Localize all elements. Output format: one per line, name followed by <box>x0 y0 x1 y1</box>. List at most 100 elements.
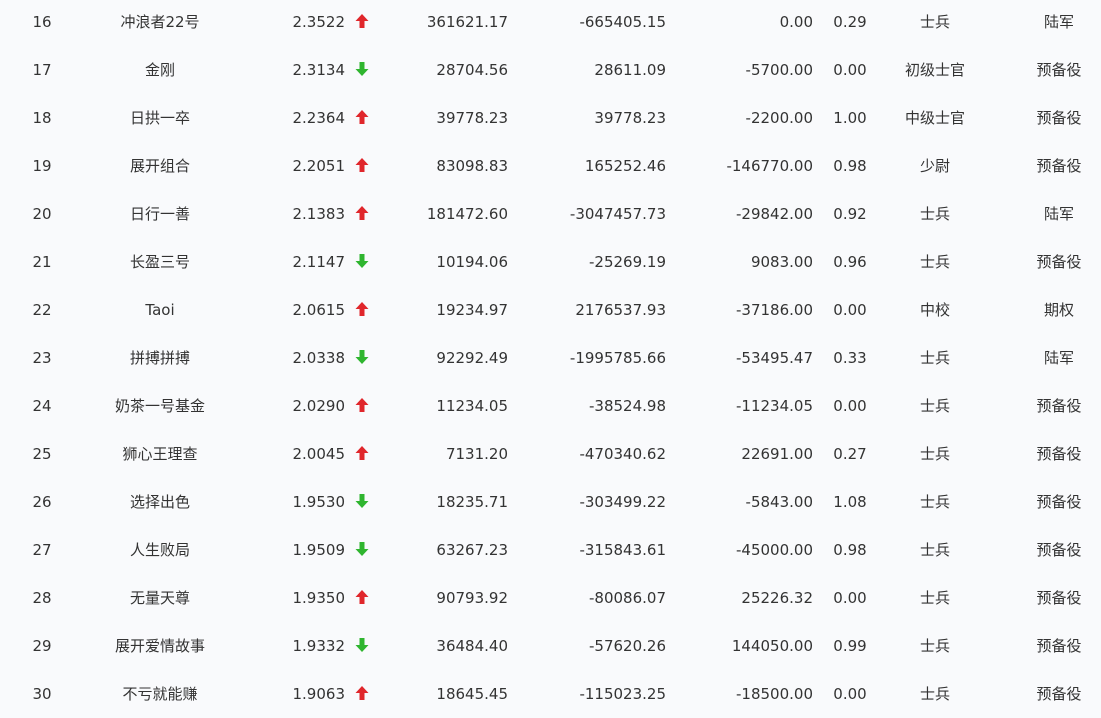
ratio-cell: 0.92 <box>833 205 867 223</box>
score-cell: 2.3522 <box>292 13 346 31</box>
value1-cell: 7131.20 <box>445 445 508 463</box>
table-row[interactable]: 18 日拱一卒 2.2364 39778.23 39778.23 -2200.00 1.00… <box>0 94 1101 142</box>
level-cell: 士兵 <box>919 253 950 271</box>
arrow-up-icon <box>355 301 369 317</box>
level-cell: 士兵 <box>919 397 950 415</box>
name-cell: Taoi <box>145 301 175 319</box>
type-cell: 陆军 <box>1043 13 1074 31</box>
rank-cell: 17 <box>32 61 52 79</box>
arrow-down-icon <box>355 541 369 557</box>
score-cell: 2.0338 <box>292 349 346 367</box>
trend-cell <box>353 0 371 46</box>
value1-cell: 181472.60 <box>426 205 508 223</box>
table-row[interactable]: 25 狮心王理查 2.0045 7131.20 -470340.62 22691.00 0.… <box>0 430 1101 478</box>
rank-cell: 16 <box>32 13 52 31</box>
value2-cell: -25269.19 <box>589 253 666 271</box>
rank-cell: 19 <box>32 157 52 175</box>
table-row[interactable]: 21 长盈三号 2.1147 10194.06 -25269.19 9083.00 0.96… <box>0 238 1101 286</box>
trend-cell <box>353 94 371 142</box>
rank-cell: 25 <box>32 445 52 463</box>
rank-cell: 21 <box>32 253 52 271</box>
value2-cell: -38524.98 <box>589 397 666 415</box>
trend-cell <box>353 526 371 574</box>
value1-cell: 36484.40 <box>436 637 508 655</box>
arrow-up-icon <box>355 589 369 605</box>
value2-cell: -1995785.66 <box>569 349 666 367</box>
value1-cell: 92292.49 <box>436 349 508 367</box>
value3-cell: -37186.00 <box>736 301 813 319</box>
type-cell: 陆军 <box>1043 205 1074 223</box>
value2-cell: -470340.62 <box>579 445 666 463</box>
value3-cell: 25226.32 <box>741 589 813 607</box>
level-cell: 士兵 <box>919 445 950 463</box>
value2-cell: 2176537.93 <box>575 301 666 319</box>
table-row[interactable]: 20 日行一善 2.1383 181472.60 -3047457.73 -29842.0… <box>0 190 1101 238</box>
trend-cell <box>353 430 371 478</box>
name-cell: 无量天尊 <box>129 589 190 607</box>
value2-cell: -315843.61 <box>579 541 666 559</box>
ratio-cell: 0.00 <box>833 301 867 319</box>
name-cell: 长盈三号 <box>129 253 190 271</box>
value3-cell: 144050.00 <box>731 637 813 655</box>
trend-cell <box>353 46 371 94</box>
ratio-cell: 1.08 <box>833 493 867 511</box>
table-row[interactable]: 19 展开组合 2.2051 83098.83 165252.46 -146770.00 0… <box>0 142 1101 190</box>
table-row[interactable]: 23 拼搏拼搏 2.0338 92292.49 -1995785.66 -53495.47… <box>0 334 1101 382</box>
score-cell: 2.2364 <box>292 109 346 127</box>
level-cell: 士兵 <box>919 637 950 655</box>
rank-cell: 26 <box>32 493 52 511</box>
rank-cell: 22 <box>32 301 52 319</box>
level-cell: 士兵 <box>919 349 950 367</box>
type-cell: 预备役 <box>1036 397 1082 415</box>
level-cell: 士兵 <box>919 13 950 31</box>
ratio-cell: 0.00 <box>833 61 867 79</box>
level-cell: 士兵 <box>919 589 950 607</box>
value3-cell: -5700.00 <box>745 61 813 79</box>
table-row[interactable]: 27 人生败局 1.9509 63267.23 -315843.61 -45000.00 0… <box>0 526 1101 574</box>
ratio-cell: 0.96 <box>833 253 867 271</box>
name-cell: 选择出色 <box>129 493 190 511</box>
type-cell: 陆军 <box>1043 349 1074 367</box>
score-cell: 2.0045 <box>292 445 346 463</box>
trend-cell <box>353 286 371 334</box>
level-cell: 士兵 <box>919 493 950 511</box>
ratio-cell: 0.99 <box>833 637 867 655</box>
type-cell: 预备役 <box>1036 157 1082 175</box>
type-cell: 预备役 <box>1036 541 1082 559</box>
trend-cell <box>353 190 371 238</box>
ratio-cell: 0.29 <box>833 13 867 31</box>
type-cell: 预备役 <box>1036 589 1082 607</box>
name-cell: 日拱一卒 <box>129 109 190 127</box>
table-row[interactable]: 28 无量天尊 1.9350 90793.92 -80086.07 25226.32 0.0… <box>0 574 1101 622</box>
name-cell: 展开组合 <box>129 157 190 175</box>
trend-cell <box>353 334 371 382</box>
value1-cell: 39778.23 <box>436 109 508 127</box>
table-row[interactable]: 17 金刚 2.3134 28704.56 28611.09 -5700.00 0.00 初级… <box>0 46 1101 94</box>
rank-cell: 28 <box>32 589 52 607</box>
value2-cell: -303499.22 <box>579 493 666 511</box>
arrow-up-icon <box>355 13 369 29</box>
type-cell: 预备役 <box>1036 637 1082 655</box>
table-row[interactable]: 29 展开爱情故事 1.9332 36484.40 -57620.26 144050.00… <box>0 622 1101 670</box>
type-cell: 预备役 <box>1036 109 1082 127</box>
table-row[interactable]: 22 Taoi 2.0615 19234.97 2176537.93 -37186.00 0… <box>0 286 1101 334</box>
ratio-cell: 0.98 <box>833 541 867 559</box>
arrow-down-icon <box>355 61 369 77</box>
table-row[interactable]: 16 冲浪者22号 2.3522 361621.17 -665405.15 0.00 0.2… <box>0 0 1101 46</box>
arrow-down-icon <box>355 253 369 269</box>
value3-cell: -45000.00 <box>736 541 813 559</box>
trend-cell <box>353 574 371 622</box>
arrow-up-icon <box>355 205 369 221</box>
table-row[interactable]: 26 选择出色 1.9530 18235.71 -303499.22 -5843.00 1.… <box>0 478 1101 526</box>
type-cell: 预备役 <box>1036 61 1082 79</box>
value3-cell: 0.00 <box>779 13 813 31</box>
value2-cell: -665405.15 <box>579 13 666 31</box>
value3-cell: -146770.00 <box>726 157 813 175</box>
score-cell: 2.1383 <box>292 205 346 223</box>
table-row[interactable]: 24 奶茶一号基金 2.0290 11234.05 -38524.98 -11234.05… <box>0 382 1101 430</box>
value2-cell: -80086.07 <box>589 589 666 607</box>
value1-cell: 11234.05 <box>436 397 508 415</box>
name-cell: 金刚 <box>144 61 175 79</box>
level-cell: 少尉 <box>919 157 950 175</box>
arrow-up-icon <box>355 397 369 413</box>
